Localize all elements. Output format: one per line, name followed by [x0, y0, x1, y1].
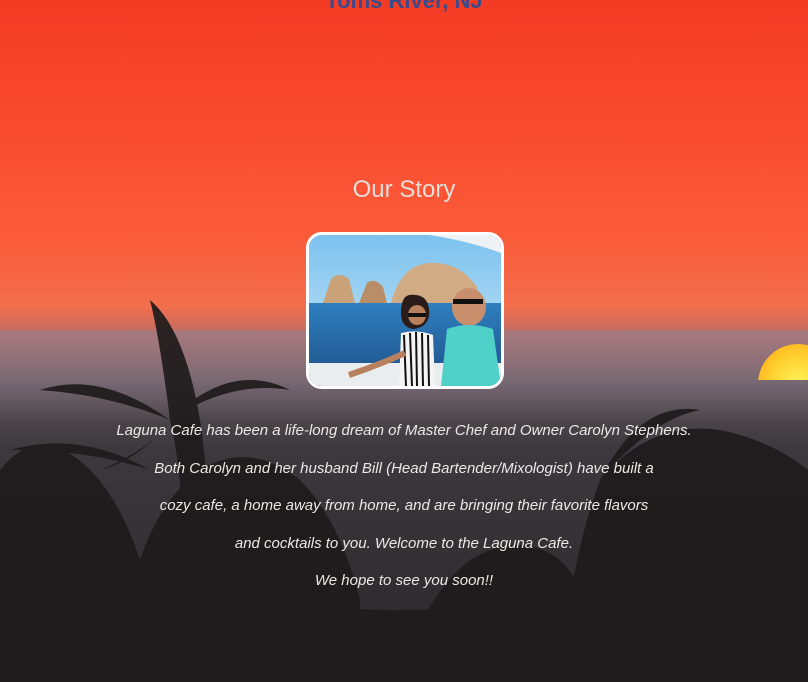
- story-text: Laguna Cafe has been a life-long dream o…: [40, 412, 768, 600]
- section-title-our-story: Our Story: [352, 176, 456, 203]
- story-line: Laguna Cafe has been a life-long dream o…: [116, 422, 692, 439]
- story-line: cozy cafe, a home away from home, and ar…: [159, 497, 649, 514]
- owners-photo-image: [309, 235, 501, 386]
- story-line: Both Carolyn and her husband Bill (Head …: [154, 459, 654, 477]
- story-line: and cocktails to you. Welcome to the Lag…: [234, 534, 574, 552]
- story-line: We hope to see you soon!!: [314, 572, 494, 589]
- location-title: Toms River, NJ: [325, 0, 483, 13]
- owners-photo: [306, 232, 504, 389]
